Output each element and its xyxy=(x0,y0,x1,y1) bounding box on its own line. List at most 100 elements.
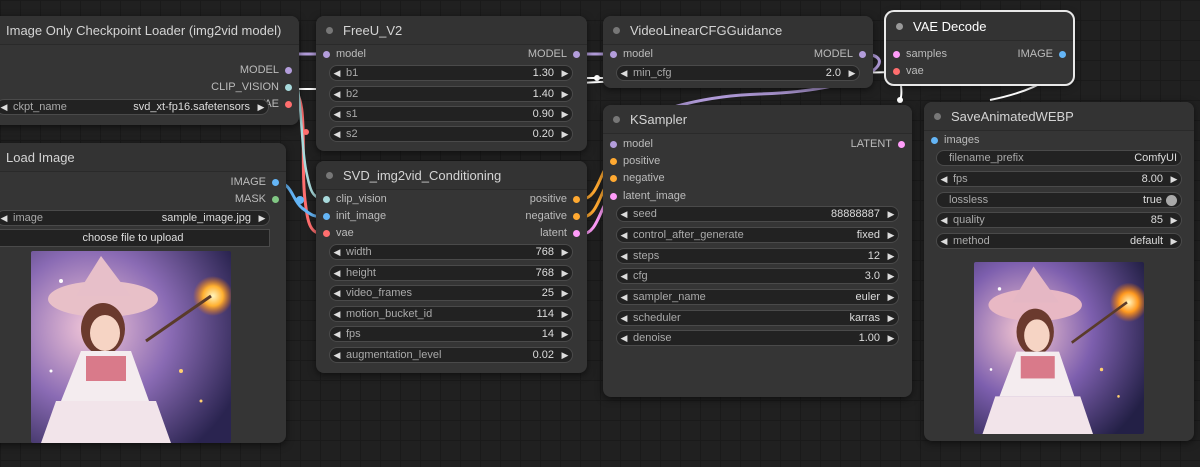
arrow-right-icon[interactable]: ▶ xyxy=(254,99,268,115)
ckpt-name-combo[interactable]: ◀ ckpt_name svd_xt-fp16.safetensors ▶ xyxy=(0,99,269,115)
image-socket-icon[interactable] xyxy=(323,213,330,220)
load-image-node[interactable]: Load Image IMAGE MASK ◀ image sample_ima… xyxy=(0,143,286,443)
freeu-title-bar[interactable]: FreeU_V2 xyxy=(316,16,587,45)
arrow-right-icon[interactable]: ▶ xyxy=(1167,171,1181,187)
arrow-left-icon[interactable]: ◀ xyxy=(330,306,344,322)
arrow-right-icon[interactable]: ▶ xyxy=(884,330,898,346)
arrow-left-icon[interactable]: ◀ xyxy=(617,310,631,326)
save-webp-title-bar[interactable]: SaveAnimatedWEBP xyxy=(924,102,1194,131)
output-model[interactable]: MODEL xyxy=(528,46,587,63)
lossless-toggle[interactable]: lossless true xyxy=(936,192,1182,208)
save-animated-webp-node[interactable]: SaveAnimatedWEBP images filename_prefix … xyxy=(924,102,1194,441)
arrow-left-icon[interactable]: ◀ xyxy=(330,65,344,81)
seed-widget[interactable]: ◀ seed 88888887 ▶ xyxy=(616,206,899,222)
scheduler-widget[interactable]: ◀ scheduler karras ▶ xyxy=(616,310,899,326)
s1-widget[interactable]: ◀ s1 0.90 ▶ xyxy=(329,106,573,122)
filename-prefix-widget[interactable]: filename_prefix ComfyUI xyxy=(936,150,1182,166)
positive-socket-icon[interactable] xyxy=(610,158,617,165)
cfg-guidance-title-bar[interactable]: VideoLinearCFGGuidance xyxy=(603,16,873,45)
arrow-left-icon[interactable]: ◀ xyxy=(330,244,344,260)
vae-decode-node[interactable]: VAE Decode samples vae IMAGE xyxy=(884,10,1075,86)
arrow-right-icon[interactable]: ▶ xyxy=(558,106,572,122)
image-socket-icon[interactable] xyxy=(272,179,279,186)
input-negative[interactable]: negative xyxy=(603,170,665,187)
arrow-right-icon[interactable]: ▶ xyxy=(558,326,572,342)
sampler-name-widget[interactable]: ◀ sampler_name euler ▶ xyxy=(616,289,899,305)
positive-socket-icon[interactable] xyxy=(573,196,580,203)
vae-socket-icon[interactable] xyxy=(893,68,900,75)
checkpoint-loader-title-bar[interactable]: Image Only Checkpoint Loader (img2vid mo… xyxy=(0,16,299,45)
clip-vision-socket-icon[interactable] xyxy=(285,84,292,91)
collapse-dot-icon[interactable] xyxy=(613,26,620,34)
arrow-left-icon[interactable]: ◀ xyxy=(937,212,951,228)
negative-socket-icon[interactable] xyxy=(610,175,617,182)
image-combo[interactable]: ◀ image sample_image.jpg ▶ xyxy=(0,210,270,226)
model-socket-icon[interactable] xyxy=(285,67,292,74)
arrow-left-icon[interactable]: ◀ xyxy=(617,248,631,264)
image-socket-icon[interactable] xyxy=(931,137,938,144)
arrow-left-icon[interactable]: ◀ xyxy=(330,126,344,142)
arrow-left-icon[interactable]: ◀ xyxy=(0,99,11,115)
arrow-right-icon[interactable]: ▶ xyxy=(558,285,572,301)
arrow-right-icon[interactable]: ▶ xyxy=(884,227,898,243)
arrow-left-icon[interactable]: ◀ xyxy=(330,326,344,342)
arrow-right-icon[interactable]: ▶ xyxy=(1167,233,1181,249)
min-cfg-widget[interactable]: ◀ min_cfg 2.0 ▶ xyxy=(616,65,860,81)
arrow-left-icon[interactable]: ◀ xyxy=(937,233,951,249)
s2-widget[interactable]: ◀ s2 0.20 ▶ xyxy=(329,126,573,142)
svd-conditioning-title-bar[interactable]: SVD_img2vid_Conditioning xyxy=(316,161,587,190)
freeu-node[interactable]: FreeU_V2 model MODEL ◀ b1 1.30 ▶ ◀ b2 1.… xyxy=(316,16,587,151)
arrow-right-icon[interactable]: ▶ xyxy=(558,306,572,322)
arrow-right-icon[interactable]: ▶ xyxy=(558,126,572,142)
video-frames-widget[interactable]: ◀ video_frames 25 ▶ xyxy=(329,285,573,301)
arrow-right-icon[interactable]: ▶ xyxy=(558,265,572,281)
output-mask[interactable]: MASK xyxy=(235,191,286,208)
output-model[interactable]: MODEL xyxy=(240,62,299,79)
arrow-right-icon[interactable]: ▶ xyxy=(884,310,898,326)
model-socket-icon[interactable] xyxy=(610,51,617,58)
input-latent-image[interactable]: latent_image xyxy=(603,188,686,205)
denoise-widget[interactable]: ◀ denoise 1.00 ▶ xyxy=(616,330,899,346)
collapse-dot-icon[interactable] xyxy=(613,115,620,123)
method-widget[interactable]: ◀ method default ▶ xyxy=(936,233,1182,249)
vae-socket-icon[interactable] xyxy=(285,101,292,108)
control-after-generate-widget[interactable]: ◀ control_after_generate fixed ▶ xyxy=(616,227,899,243)
arrow-left-icon[interactable]: ◀ xyxy=(617,227,631,243)
arrow-right-icon[interactable]: ▶ xyxy=(845,65,859,81)
arrow-right-icon[interactable]: ▶ xyxy=(884,268,898,284)
b1-widget[interactable]: ◀ b1 1.30 ▶ xyxy=(329,65,573,81)
output-model[interactable]: MODEL xyxy=(814,46,873,63)
augmentation-level-widget[interactable]: ◀ augmentation_level 0.02 ▶ xyxy=(329,347,573,363)
output-negative[interactable]: negative xyxy=(525,208,587,225)
output-image[interactable]: IMAGE xyxy=(231,174,286,191)
upload-button[interactable]: choose file to upload xyxy=(0,229,270,247)
ksampler-node[interactable]: KSampler model positive negative latent_… xyxy=(603,105,912,397)
negative-socket-icon[interactable] xyxy=(573,213,580,220)
latent-socket-icon[interactable] xyxy=(573,230,580,237)
arrow-right-icon[interactable]: ▶ xyxy=(558,65,572,81)
vae-socket-icon[interactable] xyxy=(323,230,330,237)
quality-widget[interactable]: ◀ quality 85 ▶ xyxy=(936,212,1182,228)
model-socket-icon[interactable] xyxy=(610,141,617,148)
ksampler-title-bar[interactable]: KSampler xyxy=(603,105,912,134)
clip-vision-socket-icon[interactable] xyxy=(323,196,330,203)
arrow-left-icon[interactable]: ◀ xyxy=(330,285,344,301)
model-socket-icon[interactable] xyxy=(323,51,330,58)
cfg-widget[interactable]: ◀ cfg 3.0 ▶ xyxy=(616,268,899,284)
output-clip-vision[interactable]: CLIP_VISION xyxy=(211,79,299,96)
arrow-right-icon[interactable]: ▶ xyxy=(558,347,572,363)
width-widget[interactable]: ◀ width 768 ▶ xyxy=(329,244,573,260)
motion-bucket-id-widget[interactable]: ◀ motion_bucket_id 114 ▶ xyxy=(329,306,573,322)
input-model[interactable]: model xyxy=(603,136,653,153)
height-widget[interactable]: ◀ height 768 ▶ xyxy=(329,265,573,281)
arrow-right-icon[interactable]: ▶ xyxy=(558,86,572,102)
model-socket-icon[interactable] xyxy=(573,51,580,58)
steps-widget[interactable]: ◀ steps 12 ▶ xyxy=(616,248,899,264)
arrow-left-icon[interactable]: ◀ xyxy=(617,289,631,305)
input-model[interactable]: model xyxy=(316,46,366,63)
collapse-dot-icon[interactable] xyxy=(896,22,903,30)
model-socket-icon[interactable] xyxy=(859,51,866,58)
cfg-guidance-node[interactable]: VideoLinearCFGGuidance model MODEL ◀ min… xyxy=(603,16,873,88)
output-positive[interactable]: positive xyxy=(530,191,587,208)
arrow-left-icon[interactable]: ◀ xyxy=(617,268,631,284)
